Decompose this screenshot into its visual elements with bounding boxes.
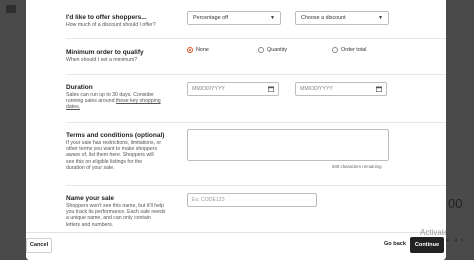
- go-back-button[interactable]: Go back: [380, 238, 410, 253]
- offer-title: I'd like to offer shoppers...: [66, 14, 147, 21]
- discount-amount-value: Choose a discount: [301, 15, 346, 21]
- radio-icon: [332, 47, 338, 53]
- duration-title: Duration: [66, 84, 93, 91]
- start-date-placeholder: MM/DD/YYYY: [192, 86, 225, 92]
- char-count: 500 characters remaining: [332, 164, 382, 169]
- background-icons: ▸ ◂ ▪: [446, 237, 465, 244]
- minimum-option-order-total[interactable]: Order total: [332, 47, 366, 53]
- sale-name-placeholder: Ex. CODE123: [192, 197, 225, 203]
- start-date-input[interactable]: MM/DD/YYYY: [187, 82, 279, 96]
- chevron-down-icon: ▼: [378, 15, 383, 21]
- duration-help: Sales can run up to 30 days. Consider ru…: [66, 92, 166, 111]
- minimum-title: Minimum order to qualify: [66, 49, 144, 56]
- background-left: [0, 0, 26, 260]
- radio-icon: [258, 47, 264, 53]
- cancel-button[interactable]: Cancel: [26, 238, 52, 253]
- minimum-option-quantity[interactable]: Quantity: [258, 47, 287, 53]
- sale-name-input[interactable]: Ex. CODE123: [187, 193, 317, 207]
- sale-setup-modal: I'd like to offer shoppers... How much o…: [26, 0, 446, 260]
- terms-textarea[interactable]: [187, 129, 389, 161]
- minimum-option-label: Order total: [341, 47, 367, 53]
- discount-amount-select[interactable]: Choose a discount ▼: [295, 11, 389, 25]
- background-number: 00: [448, 196, 463, 211]
- end-date-placeholder: MM/DD/YYYY: [300, 86, 333, 92]
- background-right: [446, 0, 474, 260]
- divider: [66, 38, 446, 39]
- sale-name-title: Name your sale: [66, 195, 115, 202]
- divider: [66, 74, 446, 75]
- calendar-icon[interactable]: [376, 86, 382, 92]
- sale-name-help: Shoppers won't see this name, but it'll …: [66, 203, 166, 228]
- minimum-option-label: Quantity: [267, 47, 288, 53]
- minimum-help[interactable]: When should I set a minimum?: [66, 57, 196, 63]
- minimum-option-none[interactable]: None: [187, 47, 209, 53]
- radio-selected-icon: [187, 47, 193, 53]
- continue-button[interactable]: Continue: [410, 237, 444, 253]
- divider: [66, 185, 446, 186]
- divider: [66, 122, 446, 123]
- calendar-icon[interactable]: [268, 86, 274, 92]
- offer-help[interactable]: How much of a discount should I offer?: [66, 22, 196, 28]
- minimum-option-label: None: [196, 47, 209, 53]
- terms-title: Terms and conditions (optional): [66, 132, 165, 139]
- modal-scroll-area[interactable]: I'd like to offer shoppers... How much o…: [26, 0, 446, 232]
- end-date-input[interactable]: MM/DD/YYYY: [295, 82, 387, 96]
- background-text: [6, 5, 16, 13]
- activate-windows-watermark: Activate Windo: [420, 228, 446, 237]
- discount-type-select[interactable]: Percentage off ▼: [187, 11, 281, 25]
- chevron-down-icon: ▼: [270, 15, 275, 21]
- discount-type-value: Percentage off: [193, 15, 228, 21]
- terms-help: If your sale has restrictions, limitatio…: [66, 140, 162, 171]
